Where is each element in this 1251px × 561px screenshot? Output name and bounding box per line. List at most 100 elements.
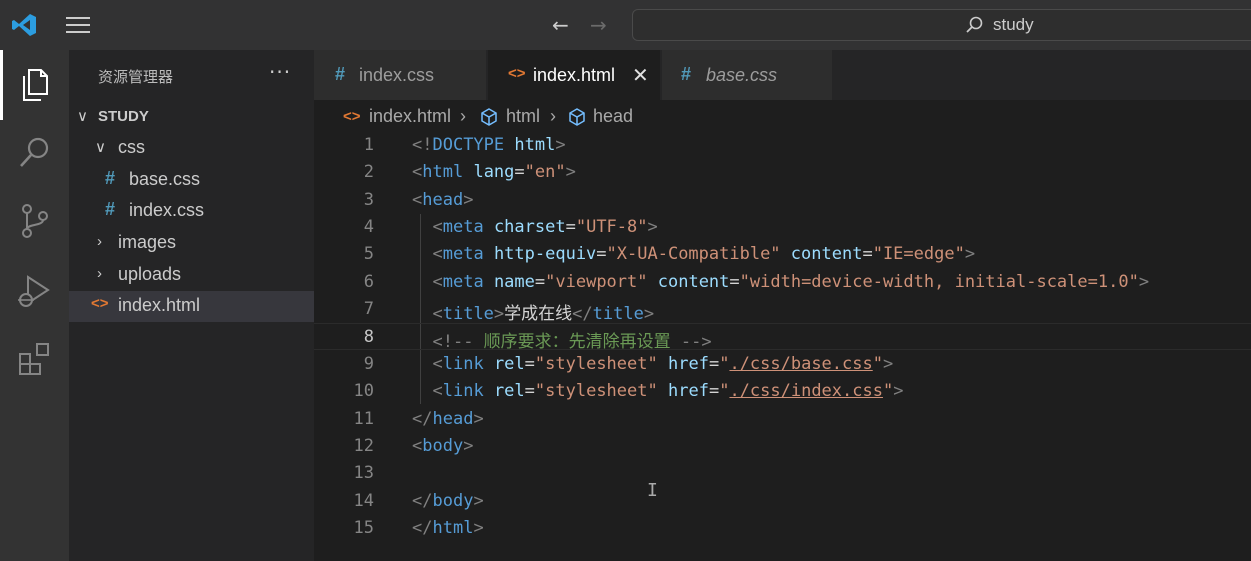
- html-file-icon: <>: [508, 65, 526, 82]
- code-text: <html lang="en">: [412, 162, 576, 183]
- chevron-right-icon: ›: [97, 233, 102, 250]
- code-text: <!-- 顺序要求：先清除再设置 -->: [432, 332, 712, 353]
- tree-item-label: css: [118, 137, 145, 157]
- breadcrumb-item[interactable]: head: [593, 106, 633, 127]
- html-file-icon: <>: [343, 108, 361, 125]
- tree-item-label: base.css: [129, 169, 201, 189]
- tree-item-images-folder[interactable]: › images: [69, 228, 314, 259]
- css-file-icon: #: [681, 64, 692, 84]
- code-text: </html>: [412, 517, 484, 538]
- tab-label: index.css: [359, 65, 435, 85]
- menu-icon[interactable]: [66, 17, 90, 35]
- line-number: 1: [363, 135, 374, 155]
- tree-item-label: images: [118, 232, 177, 252]
- code-line[interactable]: 14 </body>: [314, 488, 1251, 515]
- sidebar-title: 资源管理器: [98, 68, 174, 86]
- breadcrumb-item[interactable]: html: [506, 106, 540, 127]
- code-text: <!DOCTYPE html>: [412, 135, 566, 155]
- css-file-icon: #: [105, 199, 116, 219]
- explorer-sidebar: 资源管理器 ··· ∨ STUDY ∨ css # base.css # ind…: [69, 50, 314, 561]
- line-number: 9: [363, 353, 374, 374]
- mouse-cursor-ibeam: I: [647, 480, 658, 501]
- active-indicator: [0, 50, 3, 120]
- code-line[interactable]: 1 <!DOCTYPE html>: [314, 132, 1251, 159]
- breadcrumb: <> index.html › html › head: [314, 106, 1251, 128]
- code-text: <link rel="stylesheet" href="./css/index…: [432, 381, 904, 402]
- explorer-icon[interactable]: [16, 66, 54, 104]
- element-cube-icon: [481, 108, 497, 126]
- tree-item-label: index.html: [118, 295, 201, 315]
- code-text: <meta name="viewport" content="width=dev…: [432, 271, 1150, 292]
- code-text: <meta charset="UTF-8">: [432, 217, 658, 238]
- more-actions-icon[interactable]: ···: [269, 60, 291, 84]
- search-icon: [966, 16, 983, 33]
- chevron-right-icon: ›: [97, 265, 102, 282]
- tree-item-base-css[interactable]: # base.css: [69, 165, 314, 196]
- code-line[interactable]: 8 <!-- 顺序要求：先清除再设置 -->: [314, 323, 1251, 353]
- run-debug-icon[interactable]: [16, 272, 54, 310]
- code-text: </head>: [412, 408, 484, 429]
- tab-index-html[interactable]: <> index.html ✕: [488, 50, 660, 100]
- tab-label: index.html: [533, 65, 616, 85]
- line-number: 5: [363, 244, 374, 265]
- chevron-down-icon: ∨: [95, 139, 106, 156]
- code-line[interactable]: 3 <head>: [314, 187, 1251, 214]
- code-line[interactable]: 2 <html lang="en">: [314, 159, 1251, 186]
- activity-bar: [0, 50, 69, 561]
- tab-bar: # index.css <> index.html ✕ # base.css: [314, 50, 1251, 100]
- chevron-right-icon: ›: [550, 106, 556, 126]
- folder-root-study[interactable]: ∨ STUDY: [69, 102, 314, 133]
- line-number: 2: [363, 162, 374, 183]
- tree-item-label: uploads: [118, 264, 182, 284]
- search-text: study: [993, 15, 1034, 34]
- root-folder-label: STUDY: [98, 108, 149, 125]
- css-file-icon: #: [105, 168, 116, 188]
- editor-area: # index.css <> index.html ✕ # base.css <…: [314, 50, 1251, 561]
- source-control-icon[interactable]: [16, 202, 54, 240]
- tree-item-index-css[interactable]: # index.css: [69, 196, 314, 227]
- tree-item-label: index.css: [129, 200, 205, 220]
- line-number: 12: [353, 435, 374, 456]
- code-line[interactable]: 13: [314, 460, 1251, 487]
- line-number: 11: [353, 408, 374, 429]
- css-file-icon: #: [335, 64, 346, 84]
- code-text: </body>: [412, 490, 484, 511]
- code-text: <head>: [412, 189, 474, 210]
- breadcrumb-item[interactable]: index.html: [369, 106, 451, 127]
- tree-item-css-folder[interactable]: ∨ css: [69, 133, 314, 164]
- code-text: <title>学成在线</title>: [432, 304, 655, 325]
- chevron-right-icon: ›: [460, 106, 466, 126]
- element-cube-icon: [569, 108, 585, 126]
- vscode-logo-icon: [12, 14, 36, 36]
- title-bar: ← → study: [0, 0, 1251, 50]
- tree-item-uploads-folder[interactable]: › uploads: [69, 260, 314, 291]
- tree-item-index-html[interactable]: <> index.html: [69, 291, 314, 322]
- line-number: 3: [363, 189, 374, 210]
- code-line[interactable]: 15 </html>: [314, 515, 1251, 542]
- line-number: 4: [363, 217, 374, 238]
- search-icon[interactable]: [16, 134, 54, 172]
- command-center-search[interactable]: study: [632, 9, 1251, 41]
- code-line[interactable]: 5 <meta http-equiv="X-UA-Compatible" con…: [314, 241, 1251, 268]
- code-text: <body>: [412, 435, 474, 456]
- code-line[interactable]: 7 <title>学成在线</title>: [314, 296, 1251, 325]
- back-arrow-icon[interactable]: ←: [552, 13, 569, 37]
- html-file-icon: <>: [91, 295, 109, 312]
- line-number: 13: [353, 463, 374, 484]
- line-number: 7: [363, 299, 374, 320]
- code-line[interactable]: 11 </head>: [314, 406, 1251, 433]
- line-number: 6: [363, 271, 374, 292]
- extensions-icon[interactable]: [16, 340, 54, 378]
- code-line[interactable]: 6 <meta name="viewport" content="width=d…: [314, 269, 1251, 296]
- line-number: 8: [363, 327, 374, 348]
- code-line[interactable]: 4 <meta charset="UTF-8">: [314, 214, 1251, 241]
- tab-index-css[interactable]: # index.css: [314, 50, 486, 100]
- code-line[interactable]: 9 <link rel="stylesheet" href="./css/bas…: [314, 351, 1251, 378]
- close-icon[interactable]: ✕: [632, 63, 649, 88]
- code-line[interactable]: 12 <body>: [314, 433, 1251, 460]
- code-line[interactable]: 10 <link rel="stylesheet" href="./css/in…: [314, 378, 1251, 405]
- code-text: <link rel="stylesheet" href="./css/base.…: [432, 353, 894, 374]
- tab-base-css[interactable]: # base.css: [662, 50, 832, 100]
- code-text: <meta http-equiv="X-UA-Compatible" conte…: [432, 244, 976, 265]
- forward-arrow-icon[interactable]: →: [590, 13, 607, 37]
